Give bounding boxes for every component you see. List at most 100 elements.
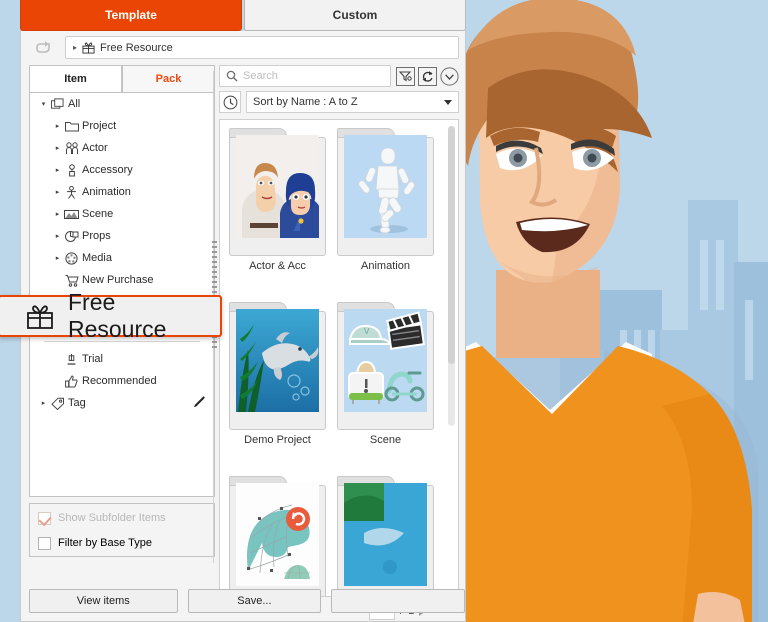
search-placeholder: Search (243, 70, 278, 82)
twisty-right-icon[interactable]: ▸ (52, 254, 63, 262)
tree-item-all[interactable]: ▾ All (30, 93, 214, 115)
option-label: Filter by Base Type (58, 537, 152, 549)
actor-couple-thumb (236, 135, 319, 238)
tree-item-media[interactable]: ▸ Media (30, 247, 214, 269)
folder-thumbnail[interactable] (229, 302, 326, 430)
tree-item-scene[interactable]: ▸ Scene (30, 203, 214, 225)
actor-icon (63, 142, 80, 155)
filter-funnel-icon (396, 67, 415, 86)
twisty-right-icon[interactable]: ▸ (52, 122, 63, 130)
search-input[interactable]: Search (219, 65, 391, 87)
tree-item-label: Project (80, 120, 116, 132)
tree-item-recommended[interactable]: Recommended (30, 370, 214, 392)
breadcrumb-expander[interactable]: ▸ (73, 43, 77, 52)
grid-item[interactable]: Actor & Acc (229, 128, 332, 256)
twisty-down-icon[interactable]: ▾ (38, 100, 49, 108)
tree-item-label: New Purchase (80, 274, 154, 286)
grid-item[interactable] (229, 476, 332, 597)
mesh-deform-thumb (236, 483, 319, 586)
breadcrumb-row: ▸ Free Resource (21, 31, 467, 63)
twisty-right-icon[interactable]: ▸ (52, 188, 63, 196)
option-show-subfolder-items[interactable]: Show Subfolder Items (30, 507, 214, 529)
search-icon (226, 70, 238, 82)
grid-scrollbar-thumb[interactable] (448, 126, 455, 364)
trial-icon (63, 353, 80, 366)
folder-thumbnail[interactable] (337, 476, 434, 597)
props-stickers-thumb: V (344, 309, 427, 412)
tree-item-label: Tag (66, 397, 86, 409)
chevron-down-circle-icon (440, 67, 459, 86)
grid-item-label: Actor & Acc (226, 260, 329, 272)
grid-item[interactable] (337, 476, 440, 597)
tree-item-props[interactable]: ▸ Props (30, 225, 214, 247)
history-button[interactable] (219, 91, 241, 113)
tree-item-animation[interactable]: ▸ Animation (30, 181, 214, 203)
refresh-icon (418, 67, 437, 86)
svg-text:V: V (364, 327, 370, 336)
tree-item-label: Accessory (80, 164, 133, 176)
sort-dropdown[interactable]: Sort by Name : A to Z (246, 91, 459, 113)
callout-label: Free Resource (68, 289, 220, 343)
twisty-right-icon[interactable]: ▸ (52, 166, 63, 174)
folder-thumbnail[interactable] (229, 476, 326, 597)
gift-icon (82, 41, 95, 54)
more-options-button[interactable] (439, 65, 459, 87)
view-items-button[interactable]: View items (29, 589, 178, 613)
grid-item[interactable]: Demo Project (229, 302, 332, 430)
scene-icon (63, 208, 80, 220)
tree-item-trial[interactable]: Trial (30, 348, 214, 370)
tree-item-label: Recommended (80, 375, 157, 387)
tree-item-tag[interactable]: ▸ Tag (30, 392, 214, 414)
tree-item-new-purchase[interactable]: New Purchase (30, 269, 214, 291)
refresh-button[interactable] (417, 65, 437, 87)
twisty-right-icon[interactable]: ▸ (52, 210, 63, 218)
filter-button[interactable] (395, 65, 415, 87)
option-label: Show Subfolder Items (58, 512, 166, 524)
grid-item-label: Scene (334, 434, 437, 446)
clock-icon (223, 95, 238, 110)
twisty-right-icon[interactable]: ▸ (52, 144, 63, 152)
pencil-icon[interactable] (191, 395, 206, 413)
animation-icon (63, 186, 80, 199)
twisty-right-icon[interactable]: ▸ (52, 232, 63, 240)
twisty-right-icon[interactable]: ▸ (38, 399, 49, 407)
gift-icon (26, 302, 54, 330)
grid-item[interactable]: Animation (337, 128, 440, 256)
tab-template[interactable]: Template (20, 0, 242, 31)
right-column: Search (219, 65, 459, 597)
save-button[interactable]: Save... (188, 589, 322, 613)
chevron-down-icon[interactable] (444, 100, 452, 105)
cart-icon (63, 274, 80, 287)
media-icon (63, 252, 80, 265)
tab-pack[interactable]: Pack (122, 65, 215, 93)
search-row: Search (219, 65, 459, 89)
tab-custom[interactable]: Custom (244, 0, 466, 31)
tree-item-actor[interactable]: ▸ Actor (30, 137, 214, 159)
folder-thumbnail[interactable]: V (337, 302, 434, 430)
tree-item-label: All (66, 98, 80, 110)
tree-item-accessory[interactable]: ▸ Accessory (30, 159, 214, 181)
folder-thumbnail[interactable] (337, 128, 434, 256)
third-button[interactable] (331, 589, 465, 613)
folder-thumbnail[interactable] (229, 128, 326, 256)
back-button[interactable] (31, 37, 59, 57)
checkbox-filter-by-base-type[interactable] (38, 537, 51, 550)
asset-grid[interactable]: Actor & Acc (219, 119, 459, 597)
folder-icon (63, 120, 80, 132)
grid-item[interactable]: V (337, 302, 440, 430)
grid-item-label: Demo Project (226, 434, 329, 446)
tree-item-label: Actor (80, 142, 108, 154)
sort-row: Sort by Name : A to Z (219, 91, 459, 115)
tree-item-project[interactable]: ▸ Project (30, 115, 214, 137)
option-filter-by-base-type[interactable]: Filter by Base Type (30, 532, 214, 554)
grid-scrollbar[interactable] (448, 126, 455, 426)
breadcrumb[interactable]: ▸ Free Resource (65, 36, 459, 59)
sort-value: Sort by Name : A to Z (253, 96, 358, 108)
breadcrumb-path: Free Resource (100, 42, 173, 54)
free-resource-callout[interactable]: Free Resource (0, 295, 222, 337)
props-icon (63, 230, 80, 243)
item-pack-tabs: Item Pack (29, 65, 215, 93)
tab-item[interactable]: Item (29, 65, 122, 93)
scene-water-thumb (344, 483, 427, 586)
tree-item-label: Scene (80, 208, 113, 220)
